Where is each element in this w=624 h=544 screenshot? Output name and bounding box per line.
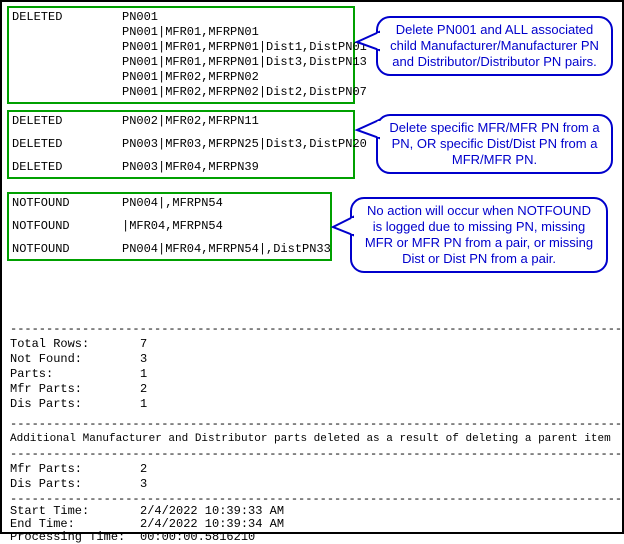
- mfr-parts-label: Mfr Parts:: [10, 462, 140, 477]
- status-label: NOTFOUND: [12, 242, 122, 257]
- callout-line: PN, OR specific Dist/Dist PN from a: [384, 136, 605, 152]
- callout-notfound: No action will occur when NOTFOUND is lo…: [350, 197, 608, 273]
- callout-line: Delete specific MFR/MFR PN from a: [384, 120, 605, 136]
- log-box-deleted-pn001: DELETEDPN001 PN001|MFR01,MFRPN01 PN001|M…: [7, 6, 355, 104]
- not-found-label: Not Found:: [10, 352, 140, 367]
- callout-delete-specific: Delete specific MFR/MFR PN from a PN, OR…: [376, 114, 613, 174]
- log-box-notfound: NOTFOUNDPN004|,MFRPN54 NOTFOUND|MFR04,MF…: [7, 192, 332, 261]
- end-time-value: 2/4/2022 10:39:34 AM: [140, 517, 284, 531]
- log-line: |MFR04,MFRPN54: [122, 219, 223, 233]
- callout-line: MFR/MFR PN.: [384, 152, 605, 168]
- not-found-value: 3: [140, 352, 147, 366]
- mfr-parts-label: Mfr Parts:: [10, 382, 140, 397]
- additional-message: Additional Manufacturer and Distributor …: [10, 432, 611, 447]
- dis-parts-label: Dis Parts:: [10, 477, 140, 492]
- status-label: DELETED: [12, 114, 122, 129]
- summary2-stats: Mfr Parts:2 Dis Parts:3: [10, 462, 147, 492]
- mfr-parts-value: 2: [140, 462, 147, 476]
- parts-value: 1: [140, 367, 147, 381]
- dis-parts-value: 1: [140, 397, 147, 411]
- status-label: NOTFOUND: [12, 196, 122, 211]
- callout-line: MFR or MFR PN from a pair, or missing: [358, 235, 600, 251]
- mfr-parts-value: 2: [140, 382, 147, 396]
- log-box-deleted-specific: DELETEDPN002|MFR02,MFRPN11 DELETEDPN003|…: [7, 110, 355, 179]
- callout-tail: [355, 118, 381, 142]
- parts-label: Parts:: [10, 367, 140, 382]
- log-line: PN001|MFR01,MFRPN01|Dist1,DistPN01: [122, 40, 367, 54]
- log-line: PN001: [122, 10, 158, 24]
- status-label: DELETED: [12, 10, 122, 25]
- status-label: DELETED: [12, 137, 122, 152]
- callout-delete-all: Delete PN001 and ALL associated child Ma…: [376, 16, 613, 76]
- callout-line: and Distributor/Distributor PN pairs.: [384, 54, 605, 70]
- divider: ----------------------------------------…: [10, 322, 622, 337]
- divider: ----------------------------------------…: [10, 417, 622, 432]
- total-rows-label: Total Rows:: [10, 337, 140, 352]
- log-line: PN003|MFR04,MFRPN39: [122, 160, 259, 174]
- summary-stats: Total Rows:7 Not Found:3 Parts:1 Mfr Par…: [10, 337, 147, 412]
- callout-line: Delete PN001 and ALL associated: [384, 22, 605, 38]
- divider: ----------------------------------------…: [10, 447, 622, 462]
- total-rows-value: 7: [140, 337, 147, 351]
- log-line: PN004|MFR04,MFRPN54|,DistPN33: [122, 242, 331, 256]
- callout-line: Dist or Dist PN from a pair.: [358, 251, 600, 267]
- callout-line: child Manufacturer/Manufacturer PN: [384, 38, 605, 54]
- callout-line: No action will occur when NOTFOUND: [358, 203, 600, 219]
- log-line: PN004|,MFRPN54: [122, 196, 223, 210]
- status-label: DELETED: [12, 160, 122, 175]
- callout-tail: [331, 215, 355, 239]
- start-time-value: 2/4/2022 10:39:33 AM: [140, 504, 284, 518]
- processing-time-label: Processing Time:: [10, 531, 140, 544]
- status-label: NOTFOUND: [12, 219, 122, 234]
- processing-time-value: 00:00:00.5816210: [140, 530, 255, 544]
- timing-stats: Start Time:2/4/2022 10:39:33 AM End Time…: [10, 505, 284, 544]
- log-line: PN002|MFR02,MFRPN11: [122, 114, 259, 128]
- callout-line: is logged due to missing PN, missing: [358, 219, 600, 235]
- log-line: PN001|MFR01,MFRPN01: [122, 25, 259, 39]
- log-line: PN001|MFR02,MFRPN02|Dist2,DistPN07: [122, 85, 367, 99]
- log-line: PN001|MFR02,MFRPN02: [122, 70, 259, 84]
- dis-parts-value: 3: [140, 477, 147, 491]
- callout-tail: [355, 30, 381, 54]
- log-line: PN003|MFR03,MFRPN25|Dist3,DistPN20: [122, 137, 367, 151]
- dis-parts-label: Dis Parts:: [10, 397, 140, 412]
- log-line: PN001|MFR01,MFRPN01|Dist3,DistPN13: [122, 55, 367, 69]
